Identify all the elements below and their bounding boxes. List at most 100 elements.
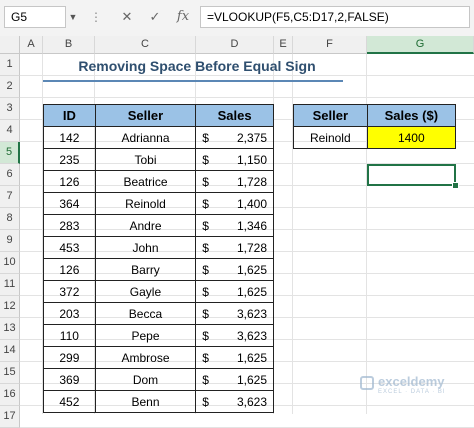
row-header-3[interactable]: 3 [0,98,20,120]
row-header-1[interactable]: 1 [0,54,20,76]
enter-icon[interactable]: ✓ [144,6,166,28]
id-cell[interactable]: 299 [43,346,96,369]
id-cell[interactable]: 126 [43,170,96,193]
sales-cell[interactable]: 1,728 [221,236,274,259]
lookup-seller-cell[interactable]: Reinold [293,126,368,149]
id-cell[interactable]: 453 [43,236,96,259]
row-header-5[interactable]: 5 [0,142,20,164]
seller-cell[interactable]: Benn [94,390,197,413]
row-header-9[interactable]: 9 [0,230,20,252]
lookup-table: Seller Sales ($) Reinold 1400 [293,104,457,149]
seller-cell[interactable]: Reinold [94,192,197,215]
row-header-4[interactable]: 4 [0,120,20,142]
currency-symbol[interactable]: $ [195,280,222,303]
seller-cell[interactable]: Beatrice [94,170,197,193]
table-row: 126 Barry $1,625 [43,258,274,281]
row-header-15[interactable]: 15 [0,362,20,384]
currency-symbol[interactable]: $ [195,324,222,347]
currency-symbol[interactable]: $ [195,170,222,193]
name-box[interactable]: G5 [4,6,66,28]
row-header-13[interactable]: 13 [0,318,20,340]
seller-cell[interactable]: Ambrose [94,346,197,369]
currency-symbol[interactable]: $ [195,390,222,413]
header-sales[interactable]: Sales [195,104,274,127]
formula-input[interactable]: =VLOOKUP(F5,C5:D17,2,FALSE) [200,6,470,28]
sales-cell[interactable]: 1,625 [221,368,274,391]
id-cell[interactable]: 142 [43,126,96,149]
column-header-b[interactable]: B [43,36,95,54]
currency-symbol[interactable]: $ [195,258,222,281]
row-header-6[interactable]: 6 [0,164,20,186]
cancel-icon[interactable]: ✕ [116,6,138,28]
sales-cell[interactable]: 1,728 [221,170,274,193]
id-cell[interactable]: 283 [43,214,96,237]
sales-cell[interactable]: 1,625 [221,346,274,369]
table-row: 283 Andre $1,346 [43,214,274,237]
lookup-header-seller[interactable]: Seller [293,104,368,127]
id-cell[interactable]: 203 [43,302,96,325]
column-header-d[interactable]: D [196,36,274,54]
sales-cell[interactable]: 1,625 [221,280,274,303]
sales-cell[interactable]: 2,375 [221,126,274,149]
table-row: 452 Benn $3,623 [43,390,274,413]
currency-symbol[interactable]: $ [195,346,222,369]
row-header-7[interactable]: 7 [0,186,20,208]
currency-symbol[interactable]: $ [195,148,222,171]
seller-cell[interactable]: John [94,236,197,259]
sales-cell[interactable]: 1,346 [221,214,274,237]
header-seller[interactable]: Seller [94,104,197,127]
sales-cell[interactable]: 1,150 [221,148,274,171]
lookup-result-cell[interactable]: 1400 [366,126,457,149]
seller-cell[interactable]: Dom [94,368,197,391]
column-header-c[interactable]: C [95,36,196,54]
active-cell-border [367,164,456,186]
currency-symbol[interactable]: $ [195,126,222,149]
name-box-dropdown-icon[interactable]: ▼ [66,6,80,28]
fill-handle[interactable] [452,182,459,189]
currency-symbol[interactable]: $ [195,236,222,259]
sales-cell[interactable]: 3,623 [221,390,274,413]
lookup-header-sales[interactable]: Sales ($) [366,104,457,127]
insert-function-icon[interactable]: fx [172,6,194,28]
currency-symbol[interactable]: $ [195,368,222,391]
sales-cell[interactable]: 3,623 [221,302,274,325]
seller-cell[interactable]: Adrianna [94,126,197,149]
id-cell[interactable]: 372 [43,280,96,303]
seller-cell[interactable]: Barry [94,258,197,281]
column-header-a[interactable]: A [20,36,43,54]
sales-cell[interactable]: 1,625 [221,258,274,281]
id-cell[interactable]: 126 [43,258,96,281]
row-header-12[interactable]: 12 [0,296,20,318]
sales-cell[interactable]: 1,400 [221,192,274,215]
currency-symbol[interactable]: $ [195,214,222,237]
row-header-11[interactable]: 11 [0,274,20,296]
table-row: 142 Adrianna $2,375 [43,126,274,149]
header-id[interactable]: ID [43,104,96,127]
column-header-f[interactable]: F [293,36,367,54]
row-header-17[interactable]: 17 [0,406,20,428]
seller-cell[interactable]: Tobi [94,148,197,171]
currency-symbol[interactable]: $ [195,302,222,325]
currency-symbol[interactable]: $ [195,192,222,215]
table-row: 299 Ambrose $1,625 [43,346,274,369]
column-header-e[interactable]: E [274,36,293,54]
id-cell[interactable]: 369 [43,368,96,391]
row-header-8[interactable]: 8 [0,208,20,230]
seller-cell[interactable]: Becca [94,302,197,325]
seller-cell[interactable]: Andre [94,214,197,237]
row-header-10[interactable]: 10 [0,252,20,274]
id-cell[interactable]: 235 [43,148,96,171]
more-options-icon[interactable]: ⋮ [88,6,104,28]
id-cell[interactable]: 452 [43,390,96,413]
row-header-2[interactable]: 2 [0,76,20,98]
sales-cell[interactable]: 3,623 [221,324,274,347]
row-header-16[interactable]: 16 [0,384,20,406]
id-cell[interactable]: 110 [43,324,96,347]
seller-cell[interactable]: Gayle [94,280,197,303]
id-cell[interactable]: 364 [43,192,96,215]
row-header-14[interactable]: 14 [0,340,20,362]
select-all-corner[interactable] [0,36,20,54]
table-row: 369 Dom $1,625 [43,368,274,391]
seller-cell[interactable]: Pepe [94,324,197,347]
column-header-g[interactable]: G [367,36,474,54]
